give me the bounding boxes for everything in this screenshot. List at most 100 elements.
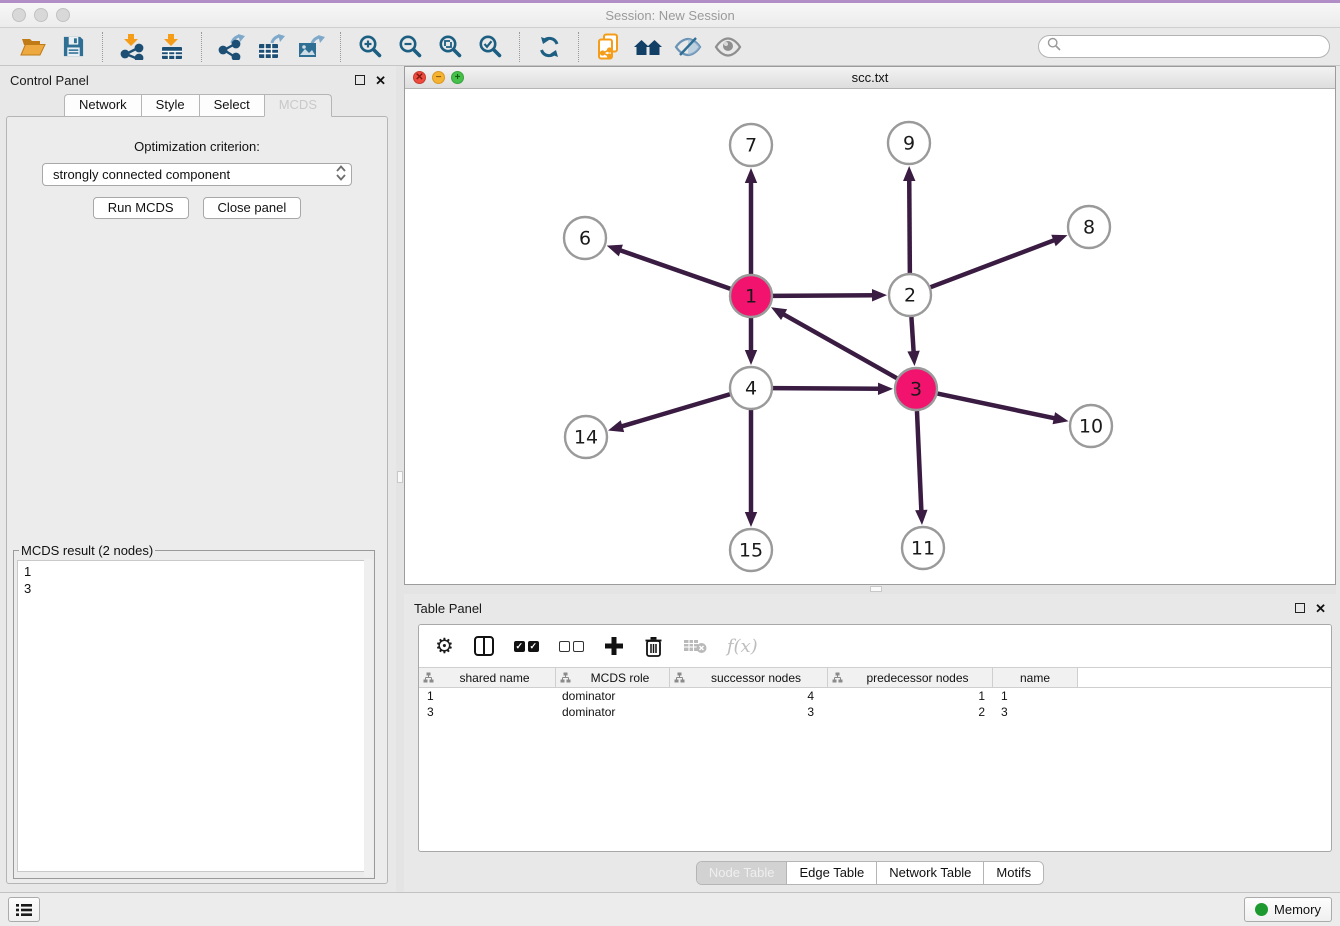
criterion-dropdown[interactable]: strongly connected component <box>42 163 352 186</box>
main-toolbar <box>0 28 1340 66</box>
column-header-mcds-role[interactable]: MCDS role <box>556 668 670 687</box>
graph-node[interactable]: 9 <box>888 122 930 164</box>
cell-shared-name[interactable]: 3 <box>419 705 556 719</box>
tab-network-table[interactable]: Network Table <box>877 862 984 884</box>
tab-select[interactable]: Select <box>199 94 264 117</box>
mcds-result-title: MCDS result (2 nodes) <box>19 543 155 558</box>
float-panel-icon[interactable] <box>355 75 365 85</box>
float-panel-icon[interactable] <box>1295 603 1305 613</box>
graph-edge[interactable] <box>911 317 913 355</box>
tab-node-table[interactable]: Node Table <box>697 862 788 884</box>
mcds-panel: Optimization criterion: strongly connect… <box>6 116 388 884</box>
graph-node[interactable]: 6 <box>564 217 606 259</box>
task-history-button[interactable] <box>8 897 40 922</box>
zoom-fit-icon[interactable] <box>435 33 465 61</box>
import-table-icon[interactable] <box>157 33 187 61</box>
status-bar: Memory <box>0 892 1340 926</box>
graph-node[interactable]: 15 <box>730 529 772 571</box>
graph-node[interactable]: 7 <box>730 124 772 166</box>
run-mcds-button[interactable]: Run MCDS <box>93 197 189 219</box>
graph-edge-arrowhead <box>878 383 893 395</box>
tab-edge-table[interactable]: Edge Table <box>787 862 877 884</box>
deselect-all-icon[interactable] <box>559 641 584 652</box>
cell-shared-name[interactable]: 1 <box>419 689 556 703</box>
tab-mcds[interactable]: MCDS <box>264 94 332 117</box>
tab-style[interactable]: Style <box>141 94 199 117</box>
refresh-icon[interactable] <box>534 33 564 61</box>
graph-node[interactable]: 4 <box>730 367 772 409</box>
horizontal-splitter[interactable] <box>404 585 1336 594</box>
column-header-shared-name[interactable]: shared name <box>419 668 556 687</box>
graph-edge[interactable] <box>931 239 1058 287</box>
zoom-selected-icon[interactable] <box>475 33 505 61</box>
graph-edge-arrowhead <box>745 168 757 183</box>
graph-edge[interactable] <box>781 313 897 379</box>
table-row[interactable]: 3 dominator 3 2 3 <box>419 704 1331 720</box>
graph-edge[interactable] <box>617 249 730 289</box>
control-panel-title: Control Panel <box>10 73 89 88</box>
graph-edge[interactable] <box>619 394 730 427</box>
network-window-titlebar[interactable]: ✕ − + scc.txt <box>405 67 1335 89</box>
close-panel-icon[interactable]: ✕ <box>1315 602 1326 615</box>
cell-mcds-role[interactable]: dominator <box>556 689 670 703</box>
add-column-icon[interactable] <box>604 636 624 656</box>
cell-successor-nodes[interactable]: 3 <box>670 705 828 719</box>
eye-slash-icon[interactable] <box>673 33 703 61</box>
delete-column-trash-icon[interactable] <box>644 636 663 657</box>
graph-edge[interactable] <box>917 411 922 514</box>
splitter-grip[interactable] <box>870 586 882 592</box>
search-field[interactable] <box>1038 35 1330 58</box>
header-filler <box>1078 668 1331 687</box>
graph-node[interactable]: 10 <box>1070 405 1112 447</box>
column-header-name[interactable]: name <box>993 668 1078 687</box>
export-image-icon[interactable] <box>296 33 326 61</box>
homes-icon[interactable] <box>633 33 663 61</box>
graph-node[interactable]: 2 <box>889 274 931 316</box>
node-table: shared name MCDS role successor nodes <box>419 667 1331 720</box>
cell-predecessor-nodes[interactable]: 2 <box>828 705 993 719</box>
close-panel-button[interactable]: Close panel <box>203 197 302 219</box>
vertical-splitter[interactable] <box>396 66 404 892</box>
column-header-successor-nodes[interactable]: successor nodes <box>670 668 828 687</box>
export-table-icon[interactable] <box>256 33 286 61</box>
graph-node[interactable]: 8 <box>1068 206 1110 248</box>
cell-predecessor-nodes[interactable]: 1 <box>828 689 993 703</box>
import-network-icon[interactable] <box>117 33 147 61</box>
zoom-in-icon[interactable] <box>355 33 385 61</box>
graph-edge[interactable] <box>773 388 882 389</box>
cell-name[interactable]: 3 <box>993 705 1078 719</box>
result-scrollbar[interactable] <box>364 559 373 877</box>
tab-network[interactable]: Network <box>64 94 141 117</box>
tab-motifs[interactable]: Motifs <box>984 862 1043 884</box>
save-session-icon[interactable] <box>58 33 88 61</box>
cell-name[interactable]: 1 <box>993 689 1078 703</box>
cell-mcds-role[interactable]: dominator <box>556 705 670 719</box>
eye-icon[interactable] <box>713 33 743 61</box>
select-all-icon[interactable]: ✓✓ <box>514 641 539 652</box>
graph-node-label: 3 <box>910 379 922 401</box>
graph-edge[interactable] <box>938 394 1058 419</box>
toolbar-separator <box>578 32 579 62</box>
search-input[interactable] <box>1066 40 1321 54</box>
graph-node[interactable]: 14 <box>565 416 607 458</box>
graph-edge[interactable] <box>773 295 876 296</box>
memory-button[interactable]: Memory <box>1244 897 1332 922</box>
graph-node[interactable]: 11 <box>902 527 944 569</box>
close-panel-icon[interactable]: ✕ <box>375 74 386 87</box>
table-settings-gear-icon[interactable]: ⚙ <box>435 636 454 657</box>
table-row[interactable]: 1 dominator 4 1 1 <box>419 688 1331 704</box>
splitter-grip[interactable] <box>397 471 403 483</box>
cell-successor-nodes[interactable]: 4 <box>670 689 828 703</box>
open-session-icon[interactable] <box>18 33 48 61</box>
network-canvas[interactable]: 7 9 6 8 1 2 4 3 14 10 15 11 <box>405 89 1335 584</box>
graph-node[interactable]: 1 <box>730 275 772 317</box>
export-network-icon[interactable] <box>216 33 246 61</box>
document-share-icon[interactable] <box>593 33 623 61</box>
column-header-predecessor-nodes[interactable]: predecessor nodes <box>828 668 993 687</box>
search-icon <box>1047 37 1061 56</box>
zoom-out-icon[interactable] <box>395 33 425 61</box>
column-view-icon[interactable] <box>474 636 494 656</box>
mcds-result-text[interactable]: 1 3 <box>17 560 371 872</box>
graph-node[interactable]: 3 <box>895 368 937 410</box>
graph-edge[interactable] <box>909 177 910 273</box>
